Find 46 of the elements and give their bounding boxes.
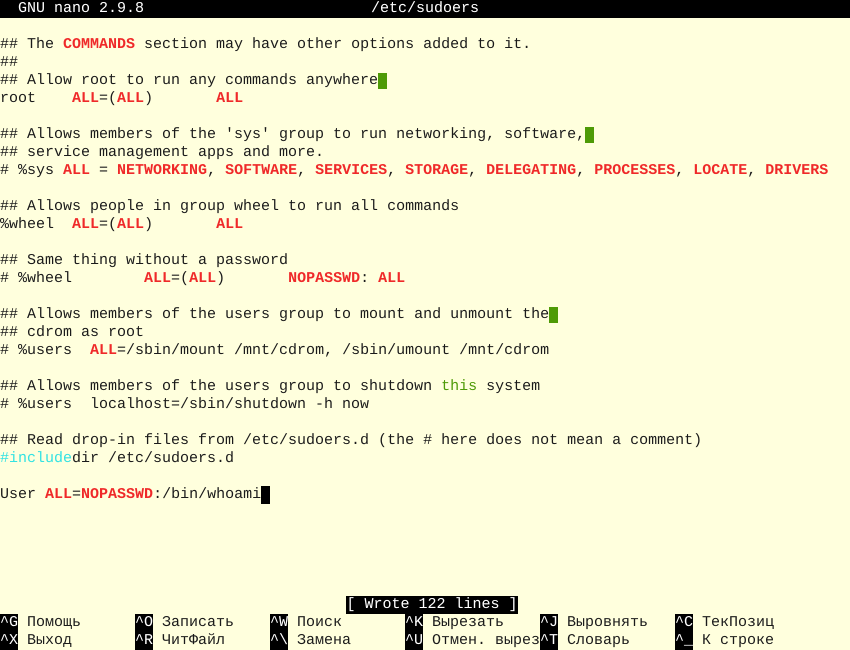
shortcut-label: Вырезать <box>432 614 504 632</box>
code-line: ## cdrom as root <box>0 324 144 342</box>
code-line: User ALL=NOPASSWD:/bin/whoami <box>0 486 262 504</box>
shortcut-label: Помощь <box>27 614 82 632</box>
shortcut-label: Поиск <box>297 614 342 632</box>
shortcut-label: Отмен. вырез <box>432 632 540 650</box>
code-line: #includedir /etc/sudoers.d <box>0 450 234 468</box>
status-message: [ Wrote 122 lines ] <box>346 596 518 614</box>
shortcut-key: ^U <box>405 632 424 650</box>
shortcut-key: ^X <box>0 632 18 650</box>
code-line: ## service management apps and more. <box>0 144 324 162</box>
shortcut-label: ЧитФайл <box>162 632 226 650</box>
code-line: ## Allows members of the users group to shutdown this system <box>0 378 540 396</box>
shortcut-key: ^T <box>540 632 558 650</box>
shortcut-label: ТекПозиц <box>702 614 774 632</box>
code-line: ## Allows members of the 'sys' group to run networking, software, <box>0 126 586 144</box>
shortcut-key: ^J <box>540 614 558 632</box>
shortcut-key: ^W <box>270 614 288 632</box>
code-line: ## Read drop-in files from /etc/sudoers.d (the # here does not mean a comment) <box>0 432 702 450</box>
code-line: ## Allows people in group wheel to run all commands <box>0 198 460 216</box>
shortcut-label: Словарь <box>567 632 630 650</box>
shortcut-label: Выход <box>27 632 72 650</box>
shortcut-label: Записать <box>162 614 234 632</box>
shortcut-key: ^G <box>0 614 18 632</box>
code-line: # %wheel ALL=(ALL) NOPASSWD: ALL <box>0 270 406 288</box>
code-line: ## <box>0 54 18 72</box>
shortcut-key: ^K <box>405 614 424 632</box>
shortcut-key: ^R <box>135 632 154 650</box>
code-line: ## Same thing without a password <box>0 252 288 270</box>
shortcut-key: ^_ <box>675 632 694 650</box>
code-line: root ALL=(ALL) ALL <box>0 90 244 108</box>
code-line: # %users localhost=/sbin/shutdown -h now <box>0 396 370 414</box>
shortcut-label: К строке <box>702 632 774 650</box>
code-line: ## Allows members of the users group to mount and unmount the <box>0 306 550 324</box>
code-line: ## Allow root to run any commands anywhere <box>0 72 378 90</box>
app-version: GNU nano 2.9.8 <box>18 0 144 17</box>
code-line: ## The COMMANDS section may have other options added to it. <box>0 36 532 54</box>
shortcut-label: Выровнять <box>567 614 648 632</box>
shortcut-key: ^O <box>135 614 154 632</box>
shortcut-label: Замена <box>297 632 352 650</box>
code-line: # %sys ALL = NETWORKING, SOFTWARE, SERVICES, STORAGE, DELEGATING, PROCESSES, LOCATE, DRIVERS <box>0 162 828 180</box>
shortcut-key: ^C <box>675 614 694 632</box>
code-line: %wheel ALL=(ALL) ALL <box>0 216 244 234</box>
file-name: /etc/sudoers <box>370 0 480 18</box>
shortcut-key: ^\ <box>270 632 288 650</box>
code-line: # %users ALL=/sbin/mount /mnt/cdrom, /sbin/umount /mnt/cdrom <box>0 342 550 360</box>
